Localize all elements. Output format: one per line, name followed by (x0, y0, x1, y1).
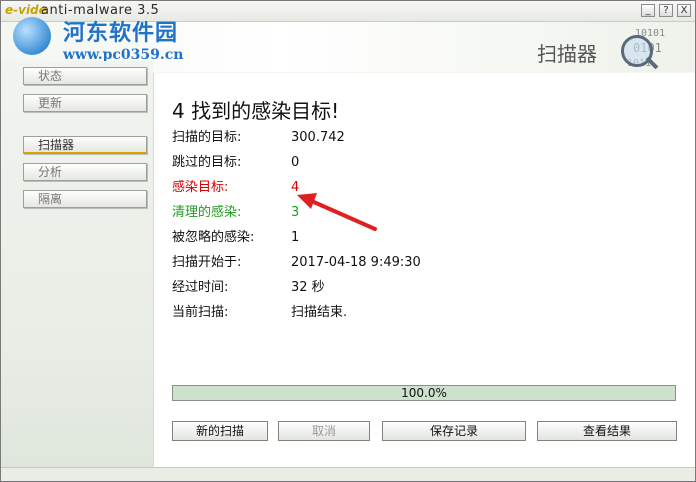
scanner-emblem-icon: 10101 0101 1011 (615, 27, 667, 77)
stat-value: 300.742 (291, 130, 345, 145)
stat-value: 0 (291, 155, 300, 170)
new-scan-button[interactable]: 新的扫描 (172, 421, 268, 441)
sidebar-item-scanner[interactable]: 扫描器 (23, 136, 147, 154)
sidebar-item-analysis[interactable]: 分析 (23, 163, 147, 181)
scan-results-panel: 4 找到的感染目标! 扫描的目标: 300.742 跳过的目标: 0 感染目标:… (153, 73, 695, 467)
sidebar-item-status[interactable]: 状态 (23, 67, 147, 85)
watermark-title: 河东软件园 (63, 20, 179, 46)
sidebar: 状态 更新 扫描器 分析 隔离 (1, 61, 153, 467)
main-window: e-vide anti-malware 3.5 _ ? X 河东软件园 www.… (0, 0, 696, 482)
sidebar-item-update[interactable]: 更新 (23, 94, 147, 112)
stat-value: 32 秒 (291, 280, 325, 295)
save-log-button[interactable]: 保存记录 (382, 421, 526, 441)
watermark-logo-icon (13, 17, 51, 55)
status-bar (1, 467, 695, 481)
help-button[interactable]: ? (659, 4, 673, 17)
stat-label: 被忽略的感染: (172, 230, 255, 245)
stat-label: 经过时间: (172, 280, 229, 295)
scan-progress-bar: 100.0% (172, 385, 676, 401)
stat-label: 清理的感染: (172, 205, 242, 220)
stat-label: 跳过的目标: (172, 155, 242, 170)
page-title: 扫描器 (537, 42, 597, 66)
stat-label: 感染目标: (172, 180, 229, 195)
minimize-button[interactable]: _ (641, 4, 655, 17)
annotation-arrow-icon (297, 193, 377, 231)
stat-value: 扫描结束. (291, 305, 348, 320)
close-button[interactable]: X (677, 4, 691, 17)
view-results-button[interactable]: 查看结果 (537, 421, 677, 441)
stat-label: 扫描开始于: (172, 255, 242, 270)
sidebar-item-quarantine[interactable]: 隔离 (23, 190, 147, 208)
stat-label: 当前扫描: (172, 305, 229, 320)
stat-label: 扫描的目标: (172, 130, 242, 145)
progress-text: 100.0% (401, 386, 447, 400)
cancel-button[interactable]: 取消 (278, 421, 370, 441)
results-heading: 4 找到的感染目标! (172, 99, 340, 123)
stat-value: 2017-04-18 9:49:30 (291, 255, 421, 270)
